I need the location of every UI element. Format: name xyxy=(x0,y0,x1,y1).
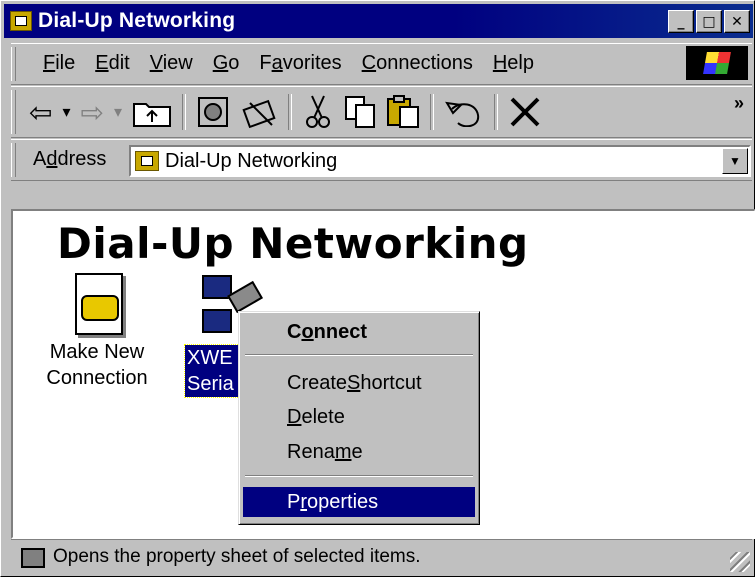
title-bar[interactable]: Dial-Up Networking _ □ ✕ xyxy=(4,4,753,38)
close-button[interactable]: ✕ xyxy=(724,10,750,33)
menu-go[interactable]: Go xyxy=(203,52,250,75)
address-value: Dial-Up Networking xyxy=(165,149,338,172)
more-tools-chevron-icon[interactable]: » xyxy=(734,93,744,114)
new-connection-icon xyxy=(69,273,125,335)
toolbar-grip[interactable] xyxy=(11,90,16,134)
address-label: Address xyxy=(33,148,107,170)
windows-logo-icon xyxy=(686,46,748,80)
context-menu: Co nnect Create Shortcut Delete Rena m e Pr… xyxy=(238,311,480,525)
menu-view[interactable]: View xyxy=(140,52,203,75)
toolbar-separator xyxy=(430,94,434,130)
explorer-window: Dial-Up Networking _ □ ✕ File Edit View … xyxy=(0,0,755,577)
menu-connections[interactable]: Connections xyxy=(352,52,483,75)
address-dropdown-button[interactable]: ▼ xyxy=(722,148,748,174)
folder-heading: Dial-Up Networking xyxy=(57,219,529,268)
computer-icon xyxy=(21,548,45,568)
address-bar-grip[interactable] xyxy=(11,143,16,177)
window-title: Dial-Up Networking xyxy=(38,9,236,32)
window-controls: _ □ ✕ xyxy=(668,10,750,33)
toolbar-separator xyxy=(288,94,292,130)
resize-grip[interactable] xyxy=(730,552,750,572)
context-create-shortcut[interactable]: Create Shortcut xyxy=(243,368,475,398)
menu-bar-grip[interactable] xyxy=(11,47,16,81)
dialup-folder-icon xyxy=(10,11,32,31)
address-bar: Address Dial-Up Networking ▼ xyxy=(11,139,752,181)
context-separator xyxy=(245,354,473,356)
status-text: Opens the property sheet of selected ite… xyxy=(53,546,421,567)
menu-file[interactable]: File xyxy=(33,52,85,75)
dialup-folder-icon xyxy=(135,151,159,171)
forward-dropdown-icon[interactable]: ▾ xyxy=(114,93,122,131)
undo-icon[interactable] xyxy=(444,93,484,131)
context-properties[interactable]: Pr operties xyxy=(243,487,475,517)
up-folder-icon[interactable] xyxy=(132,93,172,131)
map-drive-icon[interactable] xyxy=(196,93,232,131)
address-input[interactable]: Dial-Up Networking ▼ xyxy=(129,145,751,177)
menu-edit[interactable]: Edit xyxy=(85,52,139,75)
item-label: Make New Connection xyxy=(46,341,148,389)
menu-bar: File Edit View Go Favorites Connections … xyxy=(11,43,752,85)
copy-icon[interactable] xyxy=(344,93,376,131)
context-separator xyxy=(245,475,473,477)
paste-icon[interactable] xyxy=(386,93,420,131)
back-arrow-icon[interactable]: ⇦ xyxy=(29,93,52,131)
make-new-connection-item[interactable]: Make New Connection xyxy=(37,273,157,391)
maximize-button[interactable]: □ xyxy=(696,10,722,33)
cut-icon[interactable] xyxy=(302,93,334,131)
delete-icon[interactable] xyxy=(508,93,542,131)
menu-favorites[interactable]: Favorites xyxy=(249,52,351,75)
context-connect[interactable]: Co nnect xyxy=(243,317,475,347)
forward-arrow-icon[interactable]: ⇨ xyxy=(81,93,104,131)
toolbar-separator xyxy=(494,94,498,130)
item-label: XWE Seria xyxy=(184,344,246,398)
minimize-button[interactable]: _ xyxy=(668,10,694,33)
toolbar: ⇦ ▾ ⇨ ▾ » xyxy=(11,86,752,138)
menu-help[interactable]: Help xyxy=(483,52,544,75)
context-delete[interactable]: Delete xyxy=(243,402,475,432)
disconnect-drive-icon[interactable] xyxy=(242,93,278,131)
status-bar: Opens the property sheet of selected ite… xyxy=(11,539,752,574)
context-rename[interactable]: Rena m e xyxy=(243,437,475,467)
back-dropdown-icon[interactable]: ▾ xyxy=(62,93,70,131)
toolbar-separator xyxy=(182,94,186,130)
